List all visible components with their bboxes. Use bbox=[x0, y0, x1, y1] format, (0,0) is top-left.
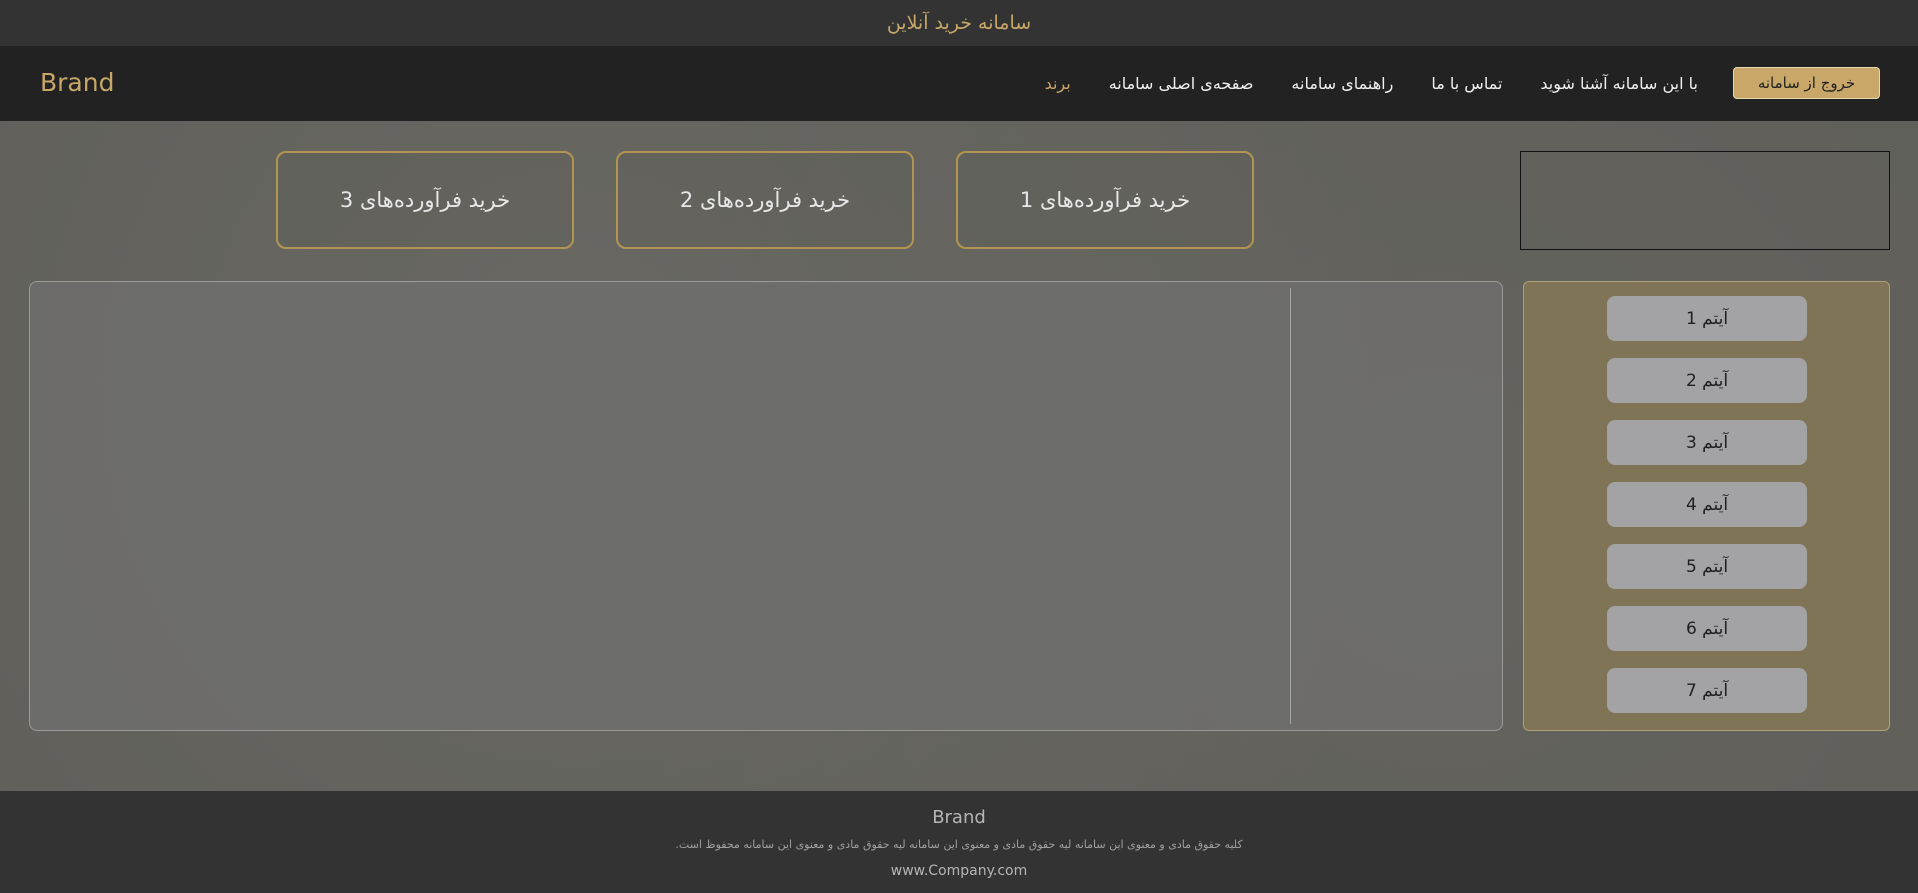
nav-links: برند صفحه‌ی اصلی سامانه راهنمای سامانه ت… bbox=[1045, 46, 1698, 121]
footer-brand: Brand bbox=[932, 807, 986, 828]
sidebar-item-3[interactable]: آیتم 3 bbox=[1607, 420, 1807, 465]
nav-link-home[interactable]: صفحه‌ی اصلی سامانه bbox=[1109, 74, 1254, 93]
sidebar-item-6[interactable]: آیتم 6 bbox=[1607, 606, 1807, 651]
buy-products-3-button[interactable]: خرید فرآورده‌های 3 bbox=[276, 151, 574, 249]
main-content: خرید فرآورده‌های 1 خرید فرآورده‌های 2 خر… bbox=[0, 121, 1918, 791]
nav-link-about[interactable]: با این سامانه آشنا شوید bbox=[1540, 74, 1698, 93]
brand-logo[interactable]: Brand bbox=[40, 68, 114, 97]
footer-copyright: کلیه حقوق مادی و معنوی این سامانه لیه حق… bbox=[675, 838, 1243, 851]
footer-website-link[interactable]: www.Company.com bbox=[0, 863, 1918, 879]
navbar: Brand برند صفحه‌ی اصلی سامانه راهنمای سا… bbox=[0, 46, 1918, 121]
nav-link-contact[interactable]: تماس با ما bbox=[1431, 74, 1502, 93]
sidebar-item-5[interactable]: آیتم 5 bbox=[1607, 544, 1807, 589]
logout-button[interactable]: خروج از سامانه bbox=[1733, 67, 1880, 99]
nav-link-brand[interactable]: برند bbox=[1045, 74, 1071, 93]
sidebar-item-1[interactable]: آیتم 1 bbox=[1607, 296, 1807, 341]
site-title: سامانه خرید آنلاین bbox=[886, 12, 1032, 34]
sidebar-panel: آیتم 1 آیتم 2 آیتم 3 آیتم 4 آیتم 5 آیتم … bbox=[1523, 281, 1890, 731]
top-title-bar: سامانه خرید آنلاین bbox=[0, 0, 1918, 46]
sidebar-item-2[interactable]: آیتم 2 bbox=[1607, 358, 1807, 403]
sidebar-item-7[interactable]: آیتم 7 bbox=[1607, 668, 1807, 713]
sidebar-item-4[interactable]: آیتم 4 bbox=[1607, 482, 1807, 527]
buy-products-2-button[interactable]: خرید فرآورده‌های 2 bbox=[616, 151, 914, 249]
main-panel bbox=[29, 281, 1503, 731]
footer: Brand کلیه حقوق مادی و معنوی این سامانه … bbox=[0, 791, 1918, 893]
panel-divider bbox=[1290, 288, 1291, 724]
nav-link-guide[interactable]: راهنمای سامانه bbox=[1291, 74, 1393, 93]
logo-placeholder bbox=[1520, 151, 1890, 250]
buy-products-1-button[interactable]: خرید فرآورده‌های 1 bbox=[956, 151, 1254, 249]
